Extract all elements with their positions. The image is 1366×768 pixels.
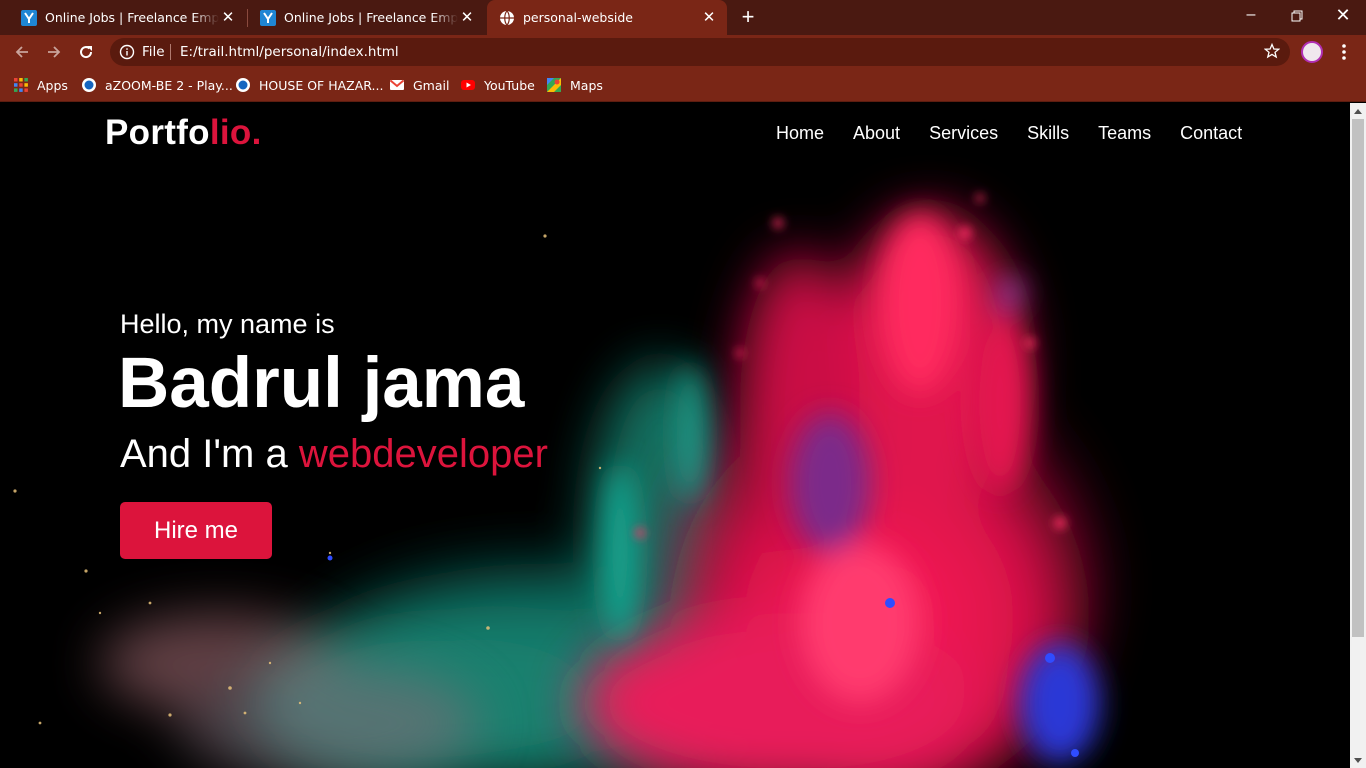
- scroll-down-arrow-icon[interactable]: [1354, 758, 1362, 763]
- bookmark-label: HOUSE OF HAZAR...: [259, 77, 384, 93]
- tab-upwork-2[interactable]: Online Jobs | Freelance Employment ✕: [239, 0, 485, 35]
- tab-upwork-1[interactable]: Online Jobs | Freelance Employment ✕: [0, 0, 246, 35]
- bookmark-label: Maps: [570, 77, 603, 93]
- logo-accent-text: lio.: [209, 113, 262, 152]
- info-icon[interactable]: [119, 44, 135, 60]
- bookmark-youtube[interactable]: YouTube: [460, 76, 535, 94]
- hero-role: And I'm a webdeveloper: [120, 432, 548, 477]
- profile-avatar[interactable]: [1301, 41, 1323, 63]
- tab-strip: Online Jobs | Freelance Employment ✕ Onl…: [0, 0, 1366, 35]
- nav-teams[interactable]: Teams: [1098, 123, 1151, 144]
- scheme-label: File: [142, 44, 165, 60]
- new-tab-plus-icon[interactable]: +: [737, 6, 759, 28]
- nav-home[interactable]: Home: [776, 123, 824, 144]
- hero-greeting: Hello, my name is: [120, 309, 335, 339]
- youtube-icon: [461, 80, 475, 90]
- tab-title: Online Jobs | Freelance Employment: [284, 10, 458, 25]
- tab-close-icon[interactable]: ✕: [701, 9, 717, 25]
- blue-circle-icon: [236, 78, 250, 92]
- bookmark-maps[interactable]: Maps: [546, 76, 603, 94]
- tab-title: personal-webside: [523, 10, 633, 25]
- bookmark-label: aZOOM-BE 2 - Play...: [105, 77, 233, 93]
- bookmark-label: Apps: [37, 77, 68, 93]
- nav-contact[interactable]: Contact: [1180, 123, 1242, 144]
- page-scrollbar[interactable]: [1350, 103, 1366, 768]
- logo-main-text: Portfo: [105, 113, 210, 152]
- browser-toolbar: File E:/trail.html/personal/index.html: [0, 35, 1366, 69]
- omnibox-divider: [170, 44, 171, 60]
- address-bar[interactable]: File E:/trail.html/personal/index.html: [110, 38, 1290, 66]
- restore-icon[interactable]: [1274, 0, 1320, 33]
- bookmarks-bar: Apps aZOOM-BE 2 - Play... HOUSE OF HAZAR…: [0, 69, 1366, 102]
- nav-services[interactable]: Services: [929, 123, 998, 144]
- gmail-icon: [389, 79, 405, 90]
- forward-arrow-icon[interactable]: [42, 40, 66, 64]
- globe-icon: [500, 10, 514, 25]
- bookmark-label: YouTube: [484, 77, 535, 93]
- site-logo[interactable]: Portfolio.: [105, 113, 262, 153]
- bookmark-gmail[interactable]: Gmail: [389, 76, 449, 94]
- hire-me-button[interactable]: Hire me: [120, 502, 272, 559]
- close-window-icon[interactable]: ✕: [1320, 0, 1366, 33]
- reload-icon[interactable]: [74, 40, 98, 64]
- hero-name: Badrul jama: [118, 344, 525, 423]
- tab-title: Online Jobs | Freelance Employment: [45, 10, 219, 25]
- role-accent: webdeveloper: [298, 432, 548, 476]
- nav-about[interactable]: About: [853, 123, 900, 144]
- more-menu-icon[interactable]: [1338, 43, 1350, 61]
- bookmark-star-icon[interactable]: [1264, 43, 1280, 59]
- nav-skills[interactable]: Skills: [1027, 123, 1069, 144]
- page-viewport: Portfolio. Home About Services Skills Te…: [0, 103, 1350, 768]
- role-prefix: And I'm a: [120, 432, 299, 476]
- tab-personal-webside[interactable]: personal-webside ✕: [487, 0, 727, 35]
- scroll-up-arrow-icon[interactable]: [1354, 109, 1362, 114]
- tab-close-icon[interactable]: ✕: [220, 9, 236, 25]
- url-text[interactable]: E:/trail.html/personal/index.html: [180, 44, 399, 60]
- tab-close-icon[interactable]: ✕: [459, 9, 475, 25]
- upwork-y-icon: [260, 9, 276, 26]
- apps-grid-icon: [14, 78, 28, 92]
- bookmark-label: Gmail: [413, 77, 450, 93]
- back-arrow-icon[interactable]: [10, 40, 34, 64]
- minimize-icon[interactable]: –: [1228, 0, 1274, 33]
- site-nav: Home About Services Skills Teams Contact: [776, 123, 1271, 144]
- bookmark-apps[interactable]: Apps: [13, 76, 68, 94]
- scrollbar-thumb[interactable]: [1352, 119, 1364, 637]
- bookmark-azoom[interactable]: aZOOM-BE 2 - Play...: [81, 76, 233, 94]
- blue-circle-icon: [82, 78, 96, 92]
- maps-icon: [547, 78, 561, 92]
- upwork-y-icon: [21, 9, 37, 26]
- bookmark-house-of-hazards[interactable]: HOUSE OF HAZAR...: [235, 76, 383, 94]
